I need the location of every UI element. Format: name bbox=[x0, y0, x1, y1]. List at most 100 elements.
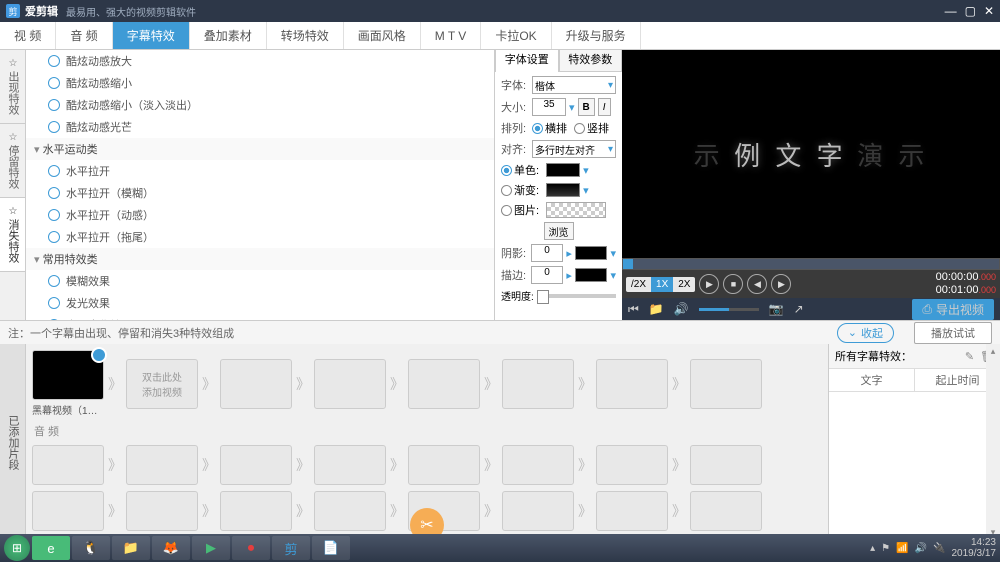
browse-button[interactable]: 浏览 bbox=[544, 222, 574, 240]
audio-clip-slot[interactable] bbox=[596, 445, 668, 485]
shadow-color[interactable] bbox=[575, 246, 608, 260]
volume-slider[interactable] bbox=[699, 308, 759, 311]
folder-icon[interactable]: 📁 bbox=[649, 302, 664, 316]
side-tab-disappear[interactable]: ☆消失特效 bbox=[0, 198, 25, 272]
effect-item[interactable]: 模糊效果 bbox=[26, 270, 494, 292]
taskbar-item[interactable]: e bbox=[32, 536, 70, 560]
audio-clip-slot[interactable] bbox=[126, 445, 198, 485]
effect-item[interactable]: 酷炫动感放大 bbox=[26, 50, 494, 72]
share-icon[interactable]: ↗ bbox=[794, 302, 804, 316]
audio-clip-slot[interactable] bbox=[408, 445, 480, 485]
bold-button[interactable]: B bbox=[578, 98, 595, 116]
align-select[interactable]: 多行时左对齐 bbox=[532, 140, 616, 158]
audio-clip-slot[interactable] bbox=[314, 445, 386, 485]
effect-item[interactable]: 水平虚化效果 bbox=[26, 314, 494, 320]
preview-screen[interactable]: 示 例 文 字 演 示 bbox=[622, 50, 1000, 258]
tab-video[interactable]: 视 频 bbox=[0, 22, 56, 49]
effect-item[interactable]: 水平拉开（拖尾） bbox=[26, 226, 494, 248]
prev-frame-button[interactable]: ◀ bbox=[747, 274, 767, 294]
tab-overlay[interactable]: 叠加素材 bbox=[190, 22, 267, 49]
audio-clip-slot[interactable] bbox=[32, 445, 104, 485]
prop-tab-font[interactable]: 字体设置 bbox=[495, 50, 559, 72]
scrollbar[interactable]: ▴▾ bbox=[986, 344, 1000, 540]
tray-power-icon[interactable]: 🔌 bbox=[933, 543, 945, 554]
effect-category[interactable]: 水平运动类 bbox=[26, 138, 494, 160]
preview-seekbar[interactable] bbox=[622, 258, 1000, 270]
effect-item[interactable]: 酷炫动感缩小（淡入淡出） bbox=[26, 94, 494, 116]
add-clip-slot[interactable]: 双击此处添加视频 bbox=[126, 359, 198, 409]
export-button[interactable]: ⎙导出视频 bbox=[912, 299, 994, 320]
audio-clip-slot[interactable] bbox=[502, 445, 574, 485]
radio-image[interactable]: 图片: bbox=[501, 202, 539, 218]
empty-clip-slot[interactable] bbox=[220, 359, 292, 409]
italic-button[interactable]: I bbox=[598, 98, 611, 116]
effect-list[interactable]: 酷炫动感放大 酷炫动感缩小 酷炫动感缩小（淡入淡出） 酷炫动感光芒 水平运动类 … bbox=[26, 50, 494, 320]
tab-audio[interactable]: 音 频 bbox=[56, 22, 112, 49]
effect-item[interactable]: 水平拉开（动感） bbox=[26, 204, 494, 226]
radio-horizontal[interactable]: 横排 bbox=[532, 120, 567, 136]
audio-clip-slot[interactable] bbox=[126, 491, 198, 531]
effect-item[interactable]: 酷炫动感缩小 bbox=[26, 72, 494, 94]
audio-clip-slot[interactable] bbox=[690, 491, 762, 531]
tab-upgrade[interactable]: 升级与服务 bbox=[552, 22, 641, 49]
audio-clip-slot[interactable] bbox=[314, 491, 386, 531]
next-frame-button[interactable]: ▶ bbox=[771, 274, 791, 294]
effect-item[interactable]: 发光效果 bbox=[26, 292, 494, 314]
side-tab-stay[interactable]: ☆停留特效 bbox=[0, 124, 25, 198]
empty-clip-slot[interactable] bbox=[408, 359, 480, 409]
taskbar-item[interactable]: 🐧 bbox=[72, 536, 110, 560]
effect-item[interactable]: 酷炫动感光芒 bbox=[26, 116, 494, 138]
size-input[interactable]: 35 bbox=[532, 98, 566, 116]
audio-clip-slot[interactable] bbox=[596, 491, 668, 531]
shadow-input[interactable]: 0 bbox=[531, 244, 564, 262]
opacity-slider[interactable] bbox=[537, 294, 616, 298]
speed-1x[interactable]: 1X bbox=[651, 277, 673, 292]
effect-item[interactable]: 水平拉开（模糊） bbox=[26, 182, 494, 204]
volume-icon[interactable]: 🔊 bbox=[674, 302, 689, 316]
snapshot-icon[interactable]: 📷 bbox=[769, 302, 784, 316]
audio-clip-slot[interactable] bbox=[502, 491, 574, 531]
tray-flag-icon[interactable]: ⚑ bbox=[881, 543, 890, 554]
prop-tab-fx[interactable]: 特效参数 bbox=[559, 50, 623, 72]
empty-clip-slot[interactable] bbox=[596, 359, 668, 409]
empty-clip-slot[interactable] bbox=[502, 359, 574, 409]
speed-half[interactable]: /2X bbox=[626, 277, 651, 292]
tray-clock[interactable]: 14:23 2019/3/17 bbox=[952, 537, 997, 559]
effect-category[interactable]: 常用特效类 bbox=[26, 248, 494, 270]
collapse-button[interactable]: ⌄收起 bbox=[837, 323, 894, 343]
maximize-button[interactable]: ▢ bbox=[965, 4, 976, 18]
taskbar-item[interactable]: 📄 bbox=[312, 536, 350, 560]
stroke-color[interactable] bbox=[575, 268, 608, 282]
side-tab-appear[interactable]: ☆出现特效 bbox=[0, 50, 25, 124]
tab-transition[interactable]: 转场特效 bbox=[267, 22, 344, 49]
gradient-swatch[interactable] bbox=[546, 183, 580, 197]
play-effect-button[interactable]: 播放试试 bbox=[914, 322, 992, 344]
edit-icon[interactable]: ✎ bbox=[965, 350, 974, 363]
color-swatch[interactable] bbox=[546, 163, 580, 177]
taskbar-item[interactable]: 🦊 bbox=[152, 536, 190, 560]
speed-2x[interactable]: 2X bbox=[673, 277, 695, 292]
tray-volume-icon[interactable]: 🔊 bbox=[915, 543, 927, 554]
tray-network-icon[interactable]: 📶 bbox=[896, 543, 908, 554]
radio-gradient[interactable]: 渐变: bbox=[501, 182, 539, 198]
tab-style[interactable]: 画面风格 bbox=[344, 22, 421, 49]
start-button[interactable]: ⊞ bbox=[4, 535, 30, 561]
empty-clip-slot[interactable] bbox=[690, 359, 762, 409]
stop-button[interactable]: ■ bbox=[723, 274, 743, 294]
tab-karaoke[interactable]: 卡拉OK bbox=[481, 22, 551, 49]
audio-clip-slot[interactable] bbox=[220, 445, 292, 485]
audio-clip-slot[interactable] bbox=[690, 445, 762, 485]
taskbar-item[interactable]: 剪 bbox=[272, 536, 310, 560]
tab-mtv[interactable]: M T V bbox=[421, 22, 482, 49]
empty-clip-slot[interactable] bbox=[314, 359, 386, 409]
taskbar-item[interactable]: ⏺ bbox=[232, 536, 270, 560]
audio-clip-slot[interactable] bbox=[220, 491, 292, 531]
effect-item[interactable]: 水平拉开 bbox=[26, 160, 494, 182]
taskbar-item[interactable]: ▶ bbox=[192, 536, 230, 560]
font-select[interactable]: 楷体 bbox=[532, 76, 616, 94]
minimize-button[interactable]: — bbox=[945, 4, 957, 18]
radio-solid-color[interactable]: 单色: bbox=[501, 162, 539, 178]
tab-subtitle-fx[interactable]: 字幕特效 bbox=[113, 22, 190, 49]
radio-vertical[interactable]: 竖排 bbox=[574, 120, 609, 136]
audio-clip-slot[interactable] bbox=[32, 491, 104, 531]
